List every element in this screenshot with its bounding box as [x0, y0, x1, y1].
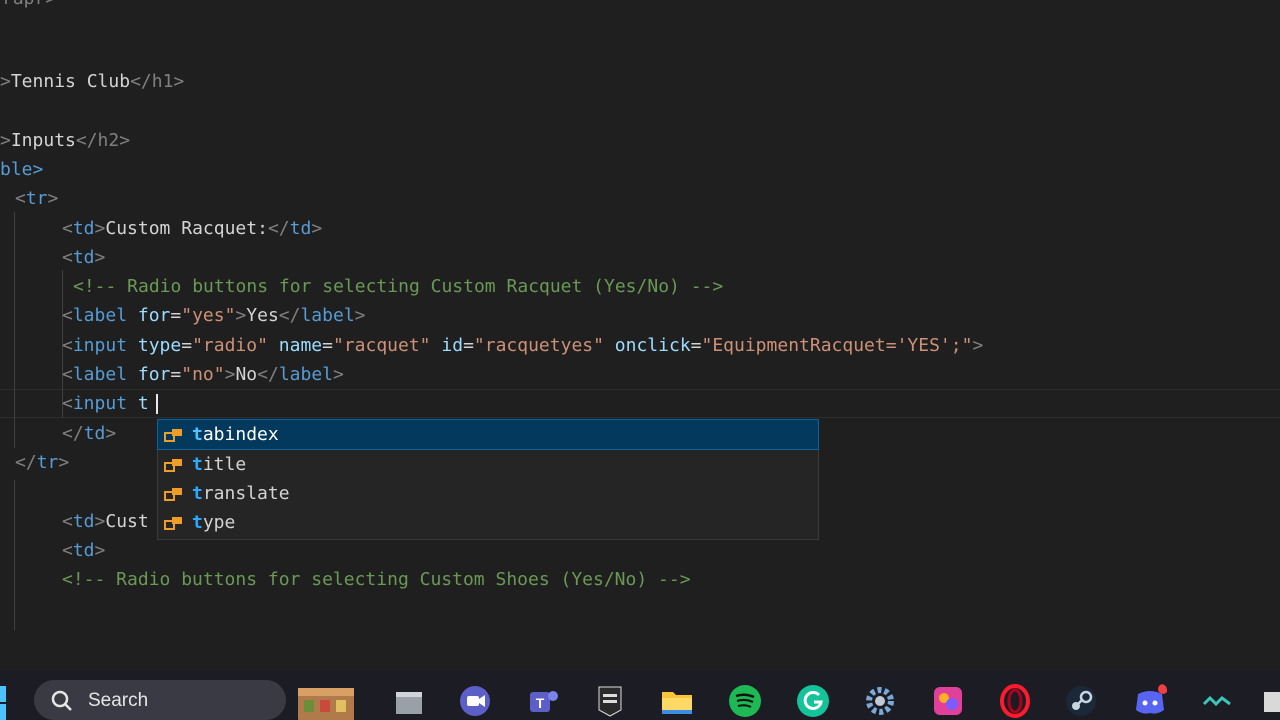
- suggestion-item-tabindex[interactable]: tabindex: [157, 419, 819, 450]
- video-chat-icon[interactable]: [458, 684, 492, 718]
- partial-app-icon[interactable]: [1262, 684, 1280, 718]
- code-line-td-shoes: <td>Cust: [62, 511, 149, 532]
- code-line-input-typing: <input t: [62, 393, 149, 414]
- search-icon: [51, 690, 72, 711]
- code-line-h2: >Inputs</h2>: [0, 130, 131, 151]
- epic-games-icon[interactable]: [593, 684, 627, 718]
- suggestion-label: type: [192, 512, 236, 533]
- code-line-tr-open: <tr>: [15, 188, 59, 209]
- code-line-comment-shoes: <!-- Radio buttons for selecting Custom …: [62, 569, 691, 590]
- taskbar-search-box[interactable]: [34, 680, 286, 720]
- property-icon: [164, 517, 182, 530]
- code-line-h1: >Tennis Club</h1>: [0, 71, 185, 92]
- code-line-td-open: <td>: [62, 247, 106, 268]
- code-line-input-yes: <input type="radio" name="racquet" id="r…: [62, 335, 984, 356]
- discord-icon[interactable]: [1133, 684, 1167, 718]
- file-explorer-window-icon[interactable]: [392, 684, 426, 718]
- code-line-label-yes: <label for="yes">Yes</label>: [62, 305, 366, 326]
- code-line-td-close: </td>: [62, 423, 117, 444]
- paint-app-icon[interactable]: [931, 684, 965, 718]
- start-windows-icon[interactable]: [0, 686, 14, 720]
- text-cursor: [156, 394, 158, 414]
- current-line-highlight: [0, 389, 1280, 418]
- steam-icon[interactable]: [1064, 684, 1098, 718]
- code-editor[interactable]: rapr> >Tennis Club</h1> >Inputs</h2> ble…: [0, 0, 1280, 635]
- code-line-tr-close: </tr>: [15, 452, 70, 473]
- code-line-table: ble>: [0, 159, 44, 180]
- folder-icon[interactable]: [660, 684, 694, 718]
- code-line-label-no: <label for="no">No</label>: [62, 364, 344, 385]
- suggestion-item-type[interactable]: type: [158, 508, 818, 537]
- autocomplete-suggestions[interactable]: tabindex title translate type: [157, 419, 819, 540]
- suggestion-label: title: [192, 454, 247, 475]
- suggestion-item-translate[interactable]: translate: [158, 479, 818, 508]
- wave-app-icon[interactable]: [1200, 684, 1234, 718]
- suggestion-label: translate: [192, 483, 290, 504]
- code-line-td-label: <td>Custom Racquet:</td>: [62, 218, 323, 239]
- property-icon: [164, 459, 182, 472]
- svg-text:T: T: [536, 695, 545, 711]
- code-line-td-open-2: <td>: [62, 540, 106, 561]
- code-line: rapr>: [2, 0, 56, 13]
- code-line-comment: <!-- Radio buttons for selecting Custom …: [73, 276, 724, 297]
- property-icon: [164, 488, 182, 501]
- indent-guide: [14, 212, 15, 448]
- widgets-icon[interactable]: [294, 682, 360, 720]
- grammarly-icon[interactable]: [796, 684, 830, 718]
- indent-guide: [14, 480, 15, 630]
- opera-icon[interactable]: [998, 684, 1032, 718]
- spotify-icon[interactable]: [728, 684, 762, 718]
- suggestion-item-title[interactable]: title: [158, 450, 818, 479]
- suggestion-label: tabindex: [192, 424, 279, 445]
- search-label: Search: [88, 690, 149, 711]
- settings-gear-icon[interactable]: [863, 684, 897, 718]
- property-icon: [164, 429, 182, 442]
- teams-icon[interactable]: T: [526, 684, 560, 718]
